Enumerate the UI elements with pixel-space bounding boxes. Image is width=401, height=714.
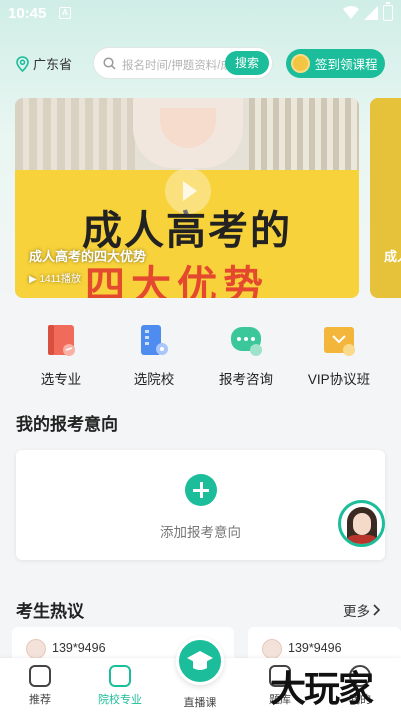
banner-video[interactable]: 四大优势 成人高考的 成人高考的四大优势 ▶ 1411播放 bbox=[15, 98, 359, 298]
play-icon[interactable] bbox=[165, 168, 211, 214]
vip-folder-icon bbox=[321, 322, 357, 358]
menu-item-select-major[interactable]: 选专业 bbox=[21, 318, 101, 388]
document-icon bbox=[109, 665, 131, 687]
clock: 10:45 bbox=[8, 5, 47, 22]
home-icon bbox=[29, 665, 51, 687]
add-intent-label: 添加报考意向 bbox=[160, 525, 241, 540]
more-label: 更多 bbox=[343, 604, 370, 619]
graduation-cap-icon bbox=[187, 651, 213, 670]
chat-bubble-icon bbox=[228, 322, 264, 358]
tab-label: 院校专业 bbox=[98, 694, 142, 706]
tab-schools-majors[interactable]: 院校专业 bbox=[80, 658, 160, 714]
tab-recommend[interactable]: 推荐 bbox=[0, 658, 80, 714]
quick-menu: 选专业 选院校 报考咨询 VIP协议班 bbox=[0, 318, 401, 388]
checkin-button[interactable]: 签到领课程 bbox=[286, 49, 385, 78]
menu-label: 报考咨询 bbox=[219, 372, 273, 387]
post-username: 139*9496 bbox=[288, 641, 342, 655]
banner-play-count: ▶ 1411播放 bbox=[29, 274, 81, 285]
watermark-logo: 大玩家 bbox=[270, 668, 374, 710]
checkin-label: 签到领课程 bbox=[315, 58, 378, 72]
menu-item-select-school[interactable]: 选院校 bbox=[114, 318, 194, 388]
wifi-icon bbox=[343, 6, 359, 19]
banner-next-video[interactable]: 成人 bbox=[370, 98, 401, 298]
live-class-button[interactable] bbox=[176, 637, 224, 685]
tab-label: 直播课 bbox=[183, 697, 217, 709]
search-button[interactable]: 搜索 bbox=[225, 51, 269, 75]
discussion-section-title: 考生热议 bbox=[16, 602, 84, 621]
user-avatar bbox=[262, 639, 282, 659]
tab-label: 推荐 bbox=[29, 694, 51, 706]
post-username: 139*9496 bbox=[52, 641, 106, 655]
chevron-right-icon bbox=[373, 604, 381, 616]
avatar-face bbox=[353, 513, 371, 535]
banner-next-caption: 成人 bbox=[384, 249, 401, 264]
menu-label: 选专业 bbox=[40, 372, 82, 387]
menu-item-consult[interactable]: 报考咨询 bbox=[206, 318, 286, 388]
banner-caption: 成人高考的四大优势 bbox=[29, 249, 147, 264]
search-input[interactable]: 报名时间/押题资料/成 bbox=[122, 57, 232, 73]
status-bar: 10:45 A bbox=[0, 0, 401, 28]
floating-advisor-avatar[interactable] bbox=[338, 500, 385, 547]
add-icon bbox=[185, 474, 217, 506]
user-avatar bbox=[26, 639, 46, 659]
cellular-signal-icon bbox=[364, 6, 378, 20]
menu-label: VIP协议班 bbox=[307, 372, 371, 387]
location-label: 广东省 bbox=[33, 57, 73, 72]
book-icon bbox=[43, 322, 79, 358]
menu-label: 选院校 bbox=[133, 372, 175, 387]
school-building-icon bbox=[136, 322, 172, 358]
search-icon bbox=[103, 57, 116, 70]
battery-icon bbox=[383, 2, 393, 21]
search-bar[interactable]: 报名时间/押题资料/成 搜索 bbox=[93, 47, 273, 79]
more-link[interactable]: 更多 bbox=[343, 600, 381, 620]
app-notification-icon: A bbox=[59, 7, 71, 19]
menu-item-vip-class[interactable]: VIP协议班 bbox=[299, 318, 379, 388]
location-selector[interactable]: 广东省 bbox=[16, 54, 72, 73]
add-intent-card[interactable]: 添加报考意向 bbox=[16, 450, 385, 560]
coin-icon bbox=[291, 54, 310, 73]
intent-section-title: 我的报考意向 bbox=[16, 415, 118, 434]
location-pin-icon bbox=[16, 55, 29, 72]
